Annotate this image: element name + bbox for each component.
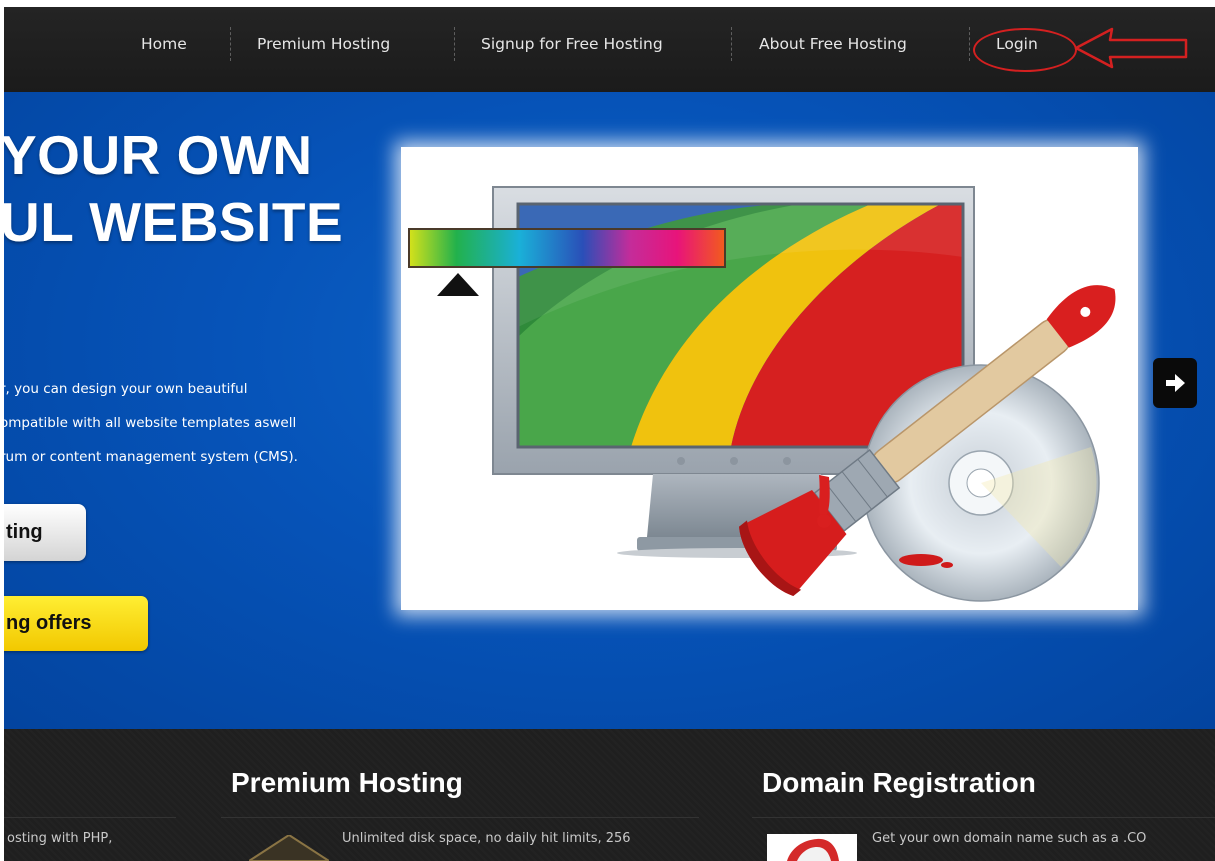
- nav-premium-hosting-link[interactable]: Premium Hosting: [257, 33, 390, 55]
- login-highlight-circle: [973, 28, 1077, 72]
- hero-title-line: YOUR OWN: [4, 124, 313, 186]
- column-divider: [4, 817, 176, 818]
- column-divider: [752, 817, 1215, 818]
- hero-text-line: r, you can design your own beautiful: [4, 381, 248, 397]
- hero-description: r, you can design your own beautiful omp…: [4, 372, 298, 474]
- arrow-right-icon: [1166, 374, 1185, 392]
- annotation-arrow-icon: [1074, 27, 1188, 69]
- domain-registration-heading: Domain Registration: [762, 767, 1036, 798]
- column-divider: [221, 817, 699, 818]
- slider-next-button[interactable]: [1153, 358, 1197, 408]
- nav-separator: [969, 27, 970, 61]
- hero-title: YOUR OWN UL WEBSITE: [4, 122, 343, 256]
- hosting-offers-button[interactable]: ng offers: [4, 596, 148, 651]
- hero-title-line: UL WEBSITE: [4, 191, 344, 253]
- nav-separator: [731, 27, 732, 61]
- nav-separator: [454, 27, 455, 61]
- domain-registration-text: Get your own domain name such as a .CO: [872, 831, 1147, 846]
- monitor-paintbrush-illustration: [408, 186, 1116, 602]
- hero-banner: YOUR OWN UL WEBSITE r, you can design yo…: [4, 92, 1215, 729]
- domain-logo-icon: [787, 838, 839, 861]
- features-section: osting with PHP, Premium Hosting Unlimit…: [4, 729, 1215, 861]
- top-nav-bar: Home Premium Hosting Signup for Free Hos…: [4, 7, 1215, 92]
- premium-hosting-heading: Premium Hosting: [231, 767, 463, 798]
- nav-about-link[interactable]: About Free Hosting: [759, 33, 907, 55]
- nav-home-link[interactable]: Home: [141, 33, 187, 55]
- hero-text-line: rum or content management system (CMS).: [4, 449, 298, 465]
- slide-illustration: [401, 147, 1138, 610]
- premium-hosting-text: Unlimited disk space, no daily hit limit…: [342, 831, 631, 846]
- free-hosting-text: osting with PHP,: [7, 831, 113, 846]
- domain-com-logo: [767, 834, 857, 861]
- nav-separator: [230, 27, 231, 61]
- signup-hosting-button[interactable]: ting: [4, 504, 86, 561]
- hero-text-line: ompatible with all website templates asw…: [4, 415, 297, 431]
- nav-signup-link[interactable]: Signup for Free Hosting: [481, 33, 663, 55]
- premium-badge-icon: [249, 835, 329, 861]
